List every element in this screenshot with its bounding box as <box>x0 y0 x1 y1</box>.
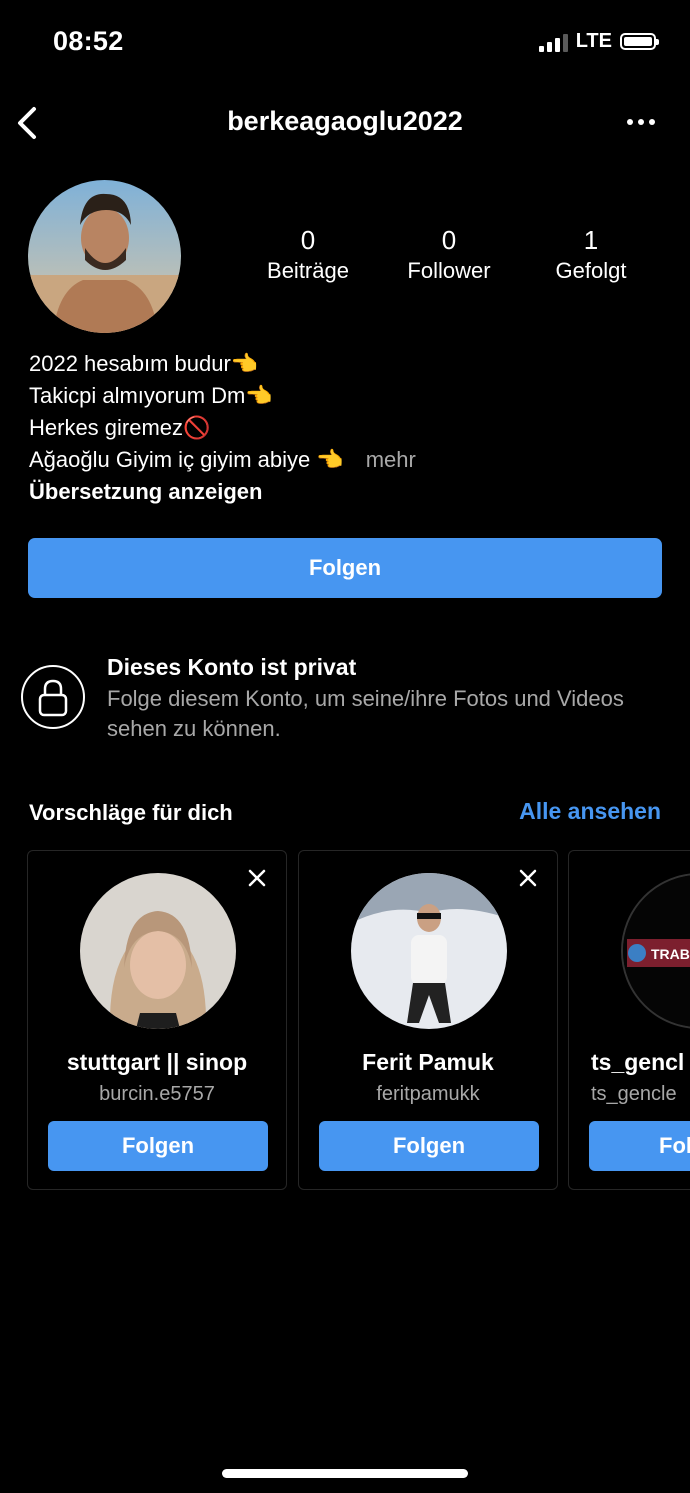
suggestion-avatar[interactable] <box>80 873 236 1029</box>
stat-following[interactable]: 1 Gefolgt <box>521 224 661 286</box>
bio-more-link[interactable]: mehr <box>366 447 416 472</box>
suggestion-card[interactable]: stuttgart || sinop burcin.e5757 Folgen <box>27 850 287 1190</box>
stat-following-count: 1 <box>583 225 599 255</box>
status-time: 08:52 <box>53 26 124 56</box>
bio-line: Ağaoğlu Giyim iç giyim abiye 👈 <box>29 447 344 472</box>
translate-link[interactable]: Übersetzung anzeigen <box>29 476 669 508</box>
suggestion-name: ts_gencl <box>591 1049 685 1075</box>
lock-icon <box>21 665 85 729</box>
suggestion-name: Ferit Pamuk <box>362 1049 494 1075</box>
suggestion-name: stuttgart || sinop <box>66 1049 248 1075</box>
suggestion-handle: burcin.e5757 <box>99 1083 215 1105</box>
profile-bio: 2022 hesabım budur👈 Takicpi almıyorum Dm… <box>29 348 669 508</box>
network-label: LTE <box>575 30 612 52</box>
bio-line: Herkes giremez🚫 <box>29 415 211 440</box>
suggestion-handle: ts_gencle <box>591 1083 677 1105</box>
stat-followers-label: Follower <box>407 258 491 283</box>
suggestion-card[interactable]: TRABZ ts_gencl ts_gencle Fol <box>568 850 690 1190</box>
private-account-title: Dieses Konto ist privat <box>107 654 357 680</box>
suggestion-avatar[interactable]: TRABZ <box>621 873 690 1029</box>
stat-posts-label: Beiträge <box>267 258 349 283</box>
close-icon[interactable] <box>246 867 268 889</box>
status-indicators: LTE <box>538 30 659 53</box>
stat-followers[interactable]: 0 Follower <box>379 224 519 286</box>
stat-following-label: Gefolgt <box>555 258 627 283</box>
suggestion-card[interactable]: Ferit Pamuk feritpamukk Folgen <box>298 850 558 1190</box>
see-all-link[interactable]: Alle ansehen <box>519 798 661 825</box>
bio-line: 2022 hesabım budur👈 <box>29 351 259 376</box>
profile-avatar[interactable] <box>28 180 181 333</box>
follow-button[interactable]: Folgen <box>28 538 662 598</box>
more-horizontal-icon[interactable] <box>626 110 656 134</box>
suggestion-follow-button[interactable]: Folgen <box>319 1121 539 1171</box>
suggestion-follow-button[interactable]: Folgen <box>48 1121 268 1171</box>
bio-line: Takicpi almıyorum Dm👈 <box>29 383 273 408</box>
page-title: berkeagaoglu2022 <box>227 106 463 136</box>
suggestion-avatar-badge: TRABZ <box>651 946 690 962</box>
battery-icon <box>620 33 659 50</box>
suggestion-avatar[interactable] <box>351 873 507 1029</box>
suggestion-handle: feritpamukk <box>376 1083 480 1105</box>
home-indicator[interactable] <box>222 1469 468 1478</box>
suggestion-follow-button[interactable]: Fol <box>589 1121 690 1171</box>
stat-followers-count: 0 <box>441 225 457 255</box>
close-icon[interactable] <box>517 867 539 889</box>
private-account-description: Folge diesem Konto, um seine/ihre Fotos … <box>107 686 624 741</box>
signal-bars-icon <box>538 32 568 52</box>
stat-posts-count: 0 <box>300 225 316 255</box>
suggestions-title: Vorschläge für dich <box>29 800 233 825</box>
stat-posts[interactable]: 0 Beiträge <box>238 224 378 286</box>
bio-line-last: Ağaoğlu Giyim iç giyim abiye 👈 mehr <box>29 444 669 476</box>
